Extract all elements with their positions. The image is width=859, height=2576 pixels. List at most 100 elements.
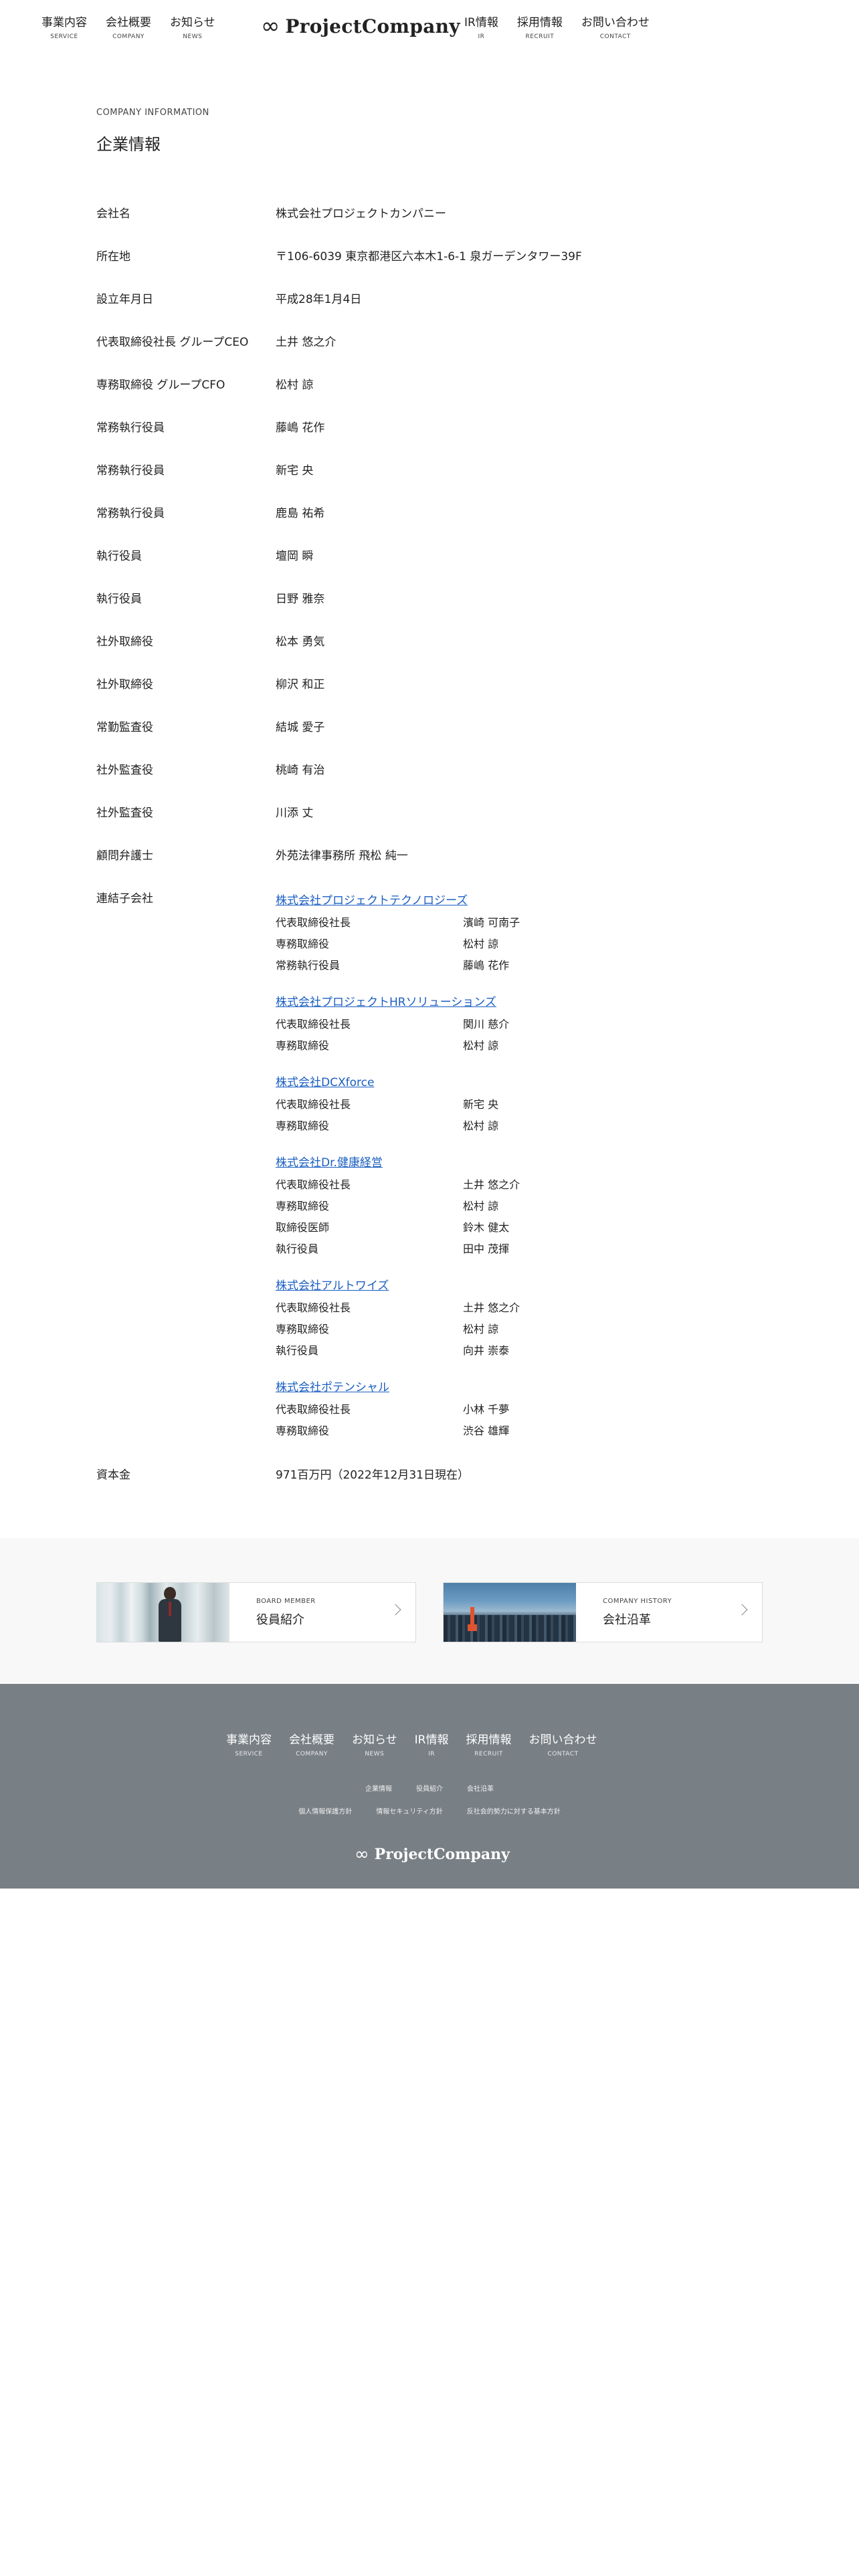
nav-sublabel: IR <box>478 33 485 40</box>
subsidiary-link[interactable]: 株式会社アルトワイズ <box>276 1275 520 1297</box>
info-label: 設立年月日 <box>96 293 153 306</box>
officer-role: 代表取締役社長 <box>276 1403 351 1416</box>
info-label: 常務執行役員 <box>96 507 165 520</box>
info-value: 結城 愛子 <box>276 721 325 734</box>
info-value: 971百万円（2022年12月31日現在） <box>276 1469 469 1482</box>
officer-row: 代表取締役社長 小林 千夢 <box>276 1399 520 1420</box>
page-eyebrow: COMPANY INFORMATION <box>96 108 209 118</box>
officer-role: 取締役医師 <box>276 1221 330 1234</box>
officer-role: 専務取締役 <box>276 1323 330 1335</box>
officer-role: 専務取締役 <box>276 1424 330 1437</box>
officer-role: 専務取締役 <box>276 1119 330 1132</box>
footer-link-antisocial[interactable]: 反社会的勢力に対する基本方針 <box>467 1806 561 1816</box>
nav-sublabel: RECRUIT <box>525 33 555 40</box>
nav-contact[interactable]: お問い合わせ CONTACT <box>581 15 650 40</box>
site-logo[interactable]: ∞ ProjectCompany <box>261 15 460 37</box>
subsidiaries-list: 株式会社プロジェクトテクノロジーズ 代表取締役社長 濱崎 可南子 専務取締役 松村 … <box>276 889 520 1442</box>
info-value: 松本 勇気 <box>276 635 325 649</box>
officer-name: 渋谷 雄輝 <box>463 1424 510 1437</box>
footer-nav-news[interactable]: お知らせ NEWS <box>352 1732 397 1757</box>
nav-label: 会社概要 <box>106 16 151 29</box>
info-label: 社外取締役 <box>96 678 153 691</box>
footer-nav-company[interactable]: 会社概要 COMPANY <box>289 1732 335 1757</box>
info-value: 鹿島 祐希 <box>276 507 325 520</box>
officer-row: 執行役員 田中 茂揮 <box>276 1239 520 1260</box>
subsidiary-link[interactable]: 株式会社Dr.健康経営 <box>276 1152 520 1174</box>
subsidiary-block: 株式会社プロジェクトテクノロジーズ 代表取締役社長 濱崎 可南子 専務取締役 松村 … <box>276 889 520 976</box>
footer-link-board-members[interactable]: 役員紹介 <box>416 1783 443 1793</box>
footer-link-security[interactable]: 情報セキュリティ方針 <box>376 1806 442 1816</box>
footer-nav-ir[interactable]: IR情報 IR <box>415 1732 449 1757</box>
company-history-card[interactable]: COMPANY HISTORY 会社沿革 <box>443 1582 763 1642</box>
officer-row: 常務執行役員 藤嶋 花作 <box>276 955 520 976</box>
info-label: 社外監査役 <box>96 764 153 777</box>
info-label: 社外取締役 <box>96 635 153 649</box>
footer-link-company-info[interactable]: 企業情報 <box>365 1783 392 1793</box>
subsidiary-block: 株式会社Dr.健康経営 代表取締役社長 土井 悠之介 専務取締役 松村 諒 取締役医… <box>276 1152 520 1260</box>
info-label: 代表取締役社長 グループCEO <box>96 336 249 349</box>
officer-name: 関川 慈介 <box>463 1018 510 1031</box>
info-value: 壇岡 瞬 <box>276 550 314 563</box>
info-value: 川添 丈 <box>276 807 314 820</box>
footer-links-policy: 個人情報保護方針 情報セキュリティ方針 反社会的勢力に対する基本方針 <box>0 1806 859 1816</box>
footer-link-history[interactable]: 会社沿革 <box>467 1783 494 1793</box>
officer-name: 田中 茂揮 <box>463 1243 510 1255</box>
officer-role: 代表取締役社長 <box>276 916 351 929</box>
info-label: 資本金 <box>96 1469 130 1482</box>
nav-label: お知らせ <box>170 16 215 29</box>
subsidiary-block: 株式会社DCXforce 代表取締役社長 新宅 央 専務取締役 松村 諒 <box>276 1071 520 1137</box>
nav-label: IR情報 <box>414 1733 449 1747</box>
info-row: 専務取締役 グループCFO 松村 諒 <box>96 376 739 395</box>
footer-nav-recruit[interactable]: 採用情報 RECRUIT <box>466 1732 512 1757</box>
subsidiary-link[interactable]: 株式会社ポテンシャル <box>276 1376 520 1399</box>
officer-name: 松村 諒 <box>463 1200 499 1212</box>
info-row: 執行役員 壇岡 瞬 <box>96 547 739 566</box>
nav-label: お問い合わせ <box>581 16 650 29</box>
officer-name: 土井 悠之介 <box>463 1178 520 1191</box>
info-value: 柳沢 和正 <box>276 678 325 691</box>
info-value: 日野 雅奈 <box>276 593 325 606</box>
officer-role: 専務取締役 <box>276 1200 330 1212</box>
nav-service[interactable]: 事業内容 SERVICE <box>41 15 87 40</box>
site-footer: 事業内容 SERVICE 会社概要 COMPANY お知らせ NEWS IR情報 IR … <box>0 1684 859 1889</box>
info-row: 常務執行役員 藤嶋 花作 <box>96 419 739 437</box>
board-member-card[interactable]: BOARD MEMBER 役員紹介 <box>96 1582 416 1642</box>
info-row: 顧問弁護士 外苑法律事務所 飛松 純一 <box>96 847 739 865</box>
subsidiary-link[interactable]: 株式会社プロジェクトHRソリューションズ <box>276 991 520 1014</box>
nav-ir[interactable]: IR情報 IR <box>464 15 498 40</box>
card-title: 役員紹介 <box>256 1613 304 1627</box>
subsidiary-block: 株式会社アルトワイズ 代表取締役社長 土井 悠之介 専務取締役 松村 諒 執行役員 向… <box>276 1275 520 1362</box>
officer-row: 専務取締役 松村 諒 <box>276 1115 520 1137</box>
info-label: 執行役員 <box>96 593 142 606</box>
nav-sublabel: COMPANY <box>296 1751 328 1757</box>
card-body: COMPANY HISTORY 会社沿革 <box>576 1583 672 1642</box>
officer-role: 専務取締役 <box>276 938 330 950</box>
footer-logo[interactable]: ∞ ProjectCompany <box>355 1846 510 1863</box>
subsidiary-link[interactable]: 株式会社DCXforce <box>276 1071 520 1094</box>
card-eyebrow: COMPANY HISTORY <box>603 1598 672 1605</box>
subsidiary-link[interactable]: 株式会社プロジェクトテクノロジーズ <box>276 889 520 912</box>
info-row: 社外取締役 柳沢 和正 <box>96 675 739 694</box>
board-member-photo <box>97 1583 229 1642</box>
footer-link-privacy[interactable]: 個人情報保護方針 <box>298 1806 352 1816</box>
officer-row: 執行役員 向井 崇泰 <box>276 1340 520 1362</box>
footer-links-primary: 企業情報 役員紹介 会社沿革 <box>0 1783 859 1793</box>
officer-name: 土井 悠之介 <box>463 1301 520 1314</box>
officer-name: 松村 諒 <box>463 1039 499 1052</box>
info-row: 設立年月日 平成28年1月4日 <box>96 290 739 309</box>
city-skyline-photo <box>444 1583 576 1642</box>
footer-nav-service[interactable]: 事業内容 SERVICE <box>226 1732 272 1757</box>
info-label: 常勤監査役 <box>96 721 153 734</box>
footer-nav-contact[interactable]: お問い合わせ CONTACT <box>529 1732 597 1757</box>
nav-recruit[interactable]: 採用情報 RECRUIT <box>517 15 563 40</box>
nav-company[interactable]: 会社概要 COMPANY <box>106 15 151 40</box>
nav-news[interactable]: お知らせ NEWS <box>170 15 215 40</box>
officer-role: 専務取締役 <box>276 1039 330 1052</box>
info-value: 平成28年1月4日 <box>276 293 362 306</box>
info-value: 株式会社プロジェクトカンパニー <box>276 207 446 221</box>
nav-label: 会社概要 <box>289 1733 335 1747</box>
info-value: 外苑法律事務所 飛松 純一 <box>276 849 408 863</box>
info-row: 社外監査役 川添 丈 <box>96 804 739 823</box>
info-label: 所在地 <box>96 250 130 263</box>
nav-sublabel: CONTACT <box>547 1751 579 1757</box>
